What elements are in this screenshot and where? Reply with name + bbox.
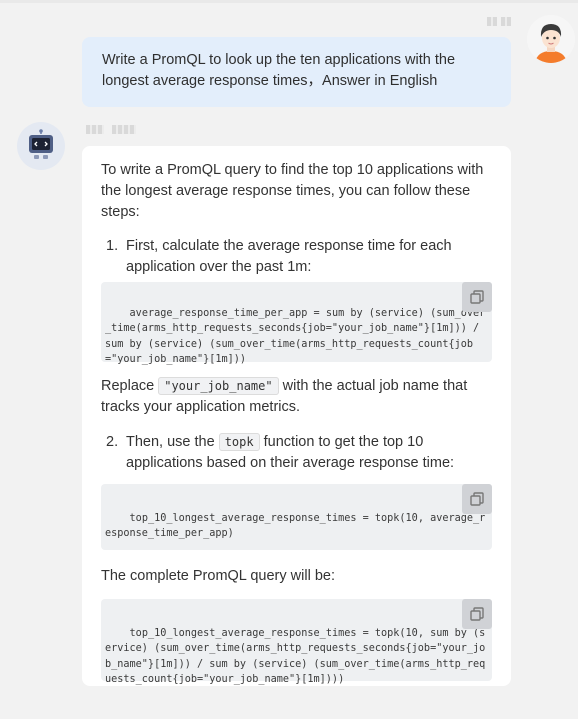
- code-block-3-text: top_10_longest_average_response_times = …: [105, 627, 486, 686]
- code-block-1: average_response_time_per_app = sum by (…: [101, 282, 492, 365]
- step-2: 2. Then, use the topk function to get th…: [106, 432, 492, 474]
- step-1-text: First, calculate the average response ti…: [126, 238, 452, 275]
- step-2-text: Then, use the topk function to get the t…: [126, 432, 492, 474]
- inline-code-job-name: "your_job_name": [158, 377, 279, 395]
- user-avatar-icon[interactable]: [527, 15, 575, 63]
- code-block-1-text: average_response_time_per_app = sum by (…: [105, 307, 486, 366]
- bot-avatar-icon[interactable]: [17, 122, 65, 170]
- step-1: 1. First, calculate the average response…: [106, 236, 492, 278]
- copy-button-1[interactable]: [462, 282, 492, 312]
- code-block-2-text: top_10_longest_average_response_times = …: [105, 512, 486, 540]
- top-edge: [0, 0, 578, 3]
- copy-button-2[interactable]: [462, 484, 492, 514]
- step-2-number: 2.: [106, 434, 119, 450]
- copy-icon: [470, 290, 484, 304]
- replace-note: Replace "your_job_name" with the actual …: [101, 376, 492, 418]
- step-1-number: 1.: [106, 238, 119, 254]
- bot-message-bubble: To write a PromQL query to find the top …: [82, 146, 511, 686]
- copy-button-3[interactable]: [462, 599, 492, 629]
- user-name-blurred: [487, 17, 513, 26]
- copy-icon: [470, 607, 484, 621]
- copy-icon: [470, 492, 484, 506]
- bot-name-blurred: [86, 125, 140, 134]
- replace-after-text: with the actual job name that tracks you…: [101, 378, 468, 415]
- bot-intro-text: To write a PromQL query to find the top …: [101, 162, 484, 220]
- user-message-bubble: Write a PromQL to look up the ten applic…: [82, 37, 511, 107]
- code-block-3: top_10_longest_average_response_times = …: [101, 599, 492, 685]
- user-message-text: Write a PromQL to look up the ten applic…: [102, 52, 456, 89]
- code-block-2: top_10_longest_average_response_times = …: [101, 484, 492, 550]
- step-2-text-before: Then, use the: [126, 434, 215, 450]
- inline-code-topk: topk: [218, 433, 260, 451]
- complete-query-label: The complete PromQL query will be:: [101, 568, 335, 584]
